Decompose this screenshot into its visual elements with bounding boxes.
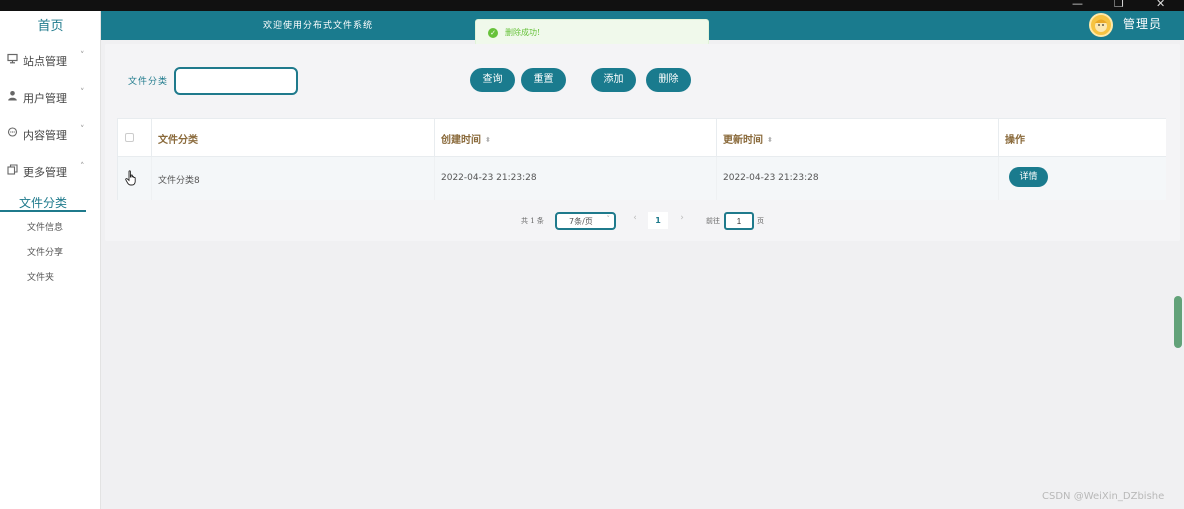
user-icon <box>7 90 18 101</box>
select-all-cell <box>118 119 152 157</box>
prev-page-button[interactable]: ‹ <box>628 213 642 228</box>
check-circle-icon: ✓ <box>488 28 498 38</box>
sidebar-item-label: 内容管理 <box>23 129 67 142</box>
page-number-current[interactable]: 1 <box>648 212 668 229</box>
query-button[interactable]: 查询 <box>470 68 515 92</box>
chevron-down-icon: ˅ <box>80 88 85 98</box>
hand-cursor-icon <box>125 170 137 190</box>
chevron-down-icon: ˅ <box>80 51 85 61</box>
toast-message: 删除成功! <box>505 28 541 37</box>
table-row-select-cell[interactable] <box>118 157 152 200</box>
next-page-button[interactable]: › <box>675 213 689 228</box>
page-size-value: 7条/页 <box>569 217 593 226</box>
user-name[interactable]: 管理员 <box>1123 15 1162 32</box>
data-table: 文件分类 创建时间 ⬍ 更新时间 ⬍ 操作 文件分类8 2022-04-23 21:… <box>117 118 1166 200</box>
watermark: CSDN @WeiXin_DZbishe <box>1042 491 1165 502</box>
detail-button[interactable]: 详情 <box>1009 167 1048 187</box>
chat-icon <box>7 127 18 138</box>
sort-icon[interactable]: ⬍ <box>767 136 773 144</box>
search-input[interactable] <box>174 67 298 95</box>
sidebar-item-label: 站点管理 <box>23 55 67 68</box>
chevron-down-icon: ˅ <box>80 125 85 135</box>
monitor-icon <box>7 53 18 64</box>
add-button[interactable]: 添加 <box>591 68 636 92</box>
sidebar-item-more-management[interactable]: 更多管理 ˄ <box>0 162 101 182</box>
goto-label: 前往 <box>706 217 720 225</box>
column-header-created[interactable]: 创建时间 ⬍ <box>435 119 717 157</box>
table-cell-name: 文件分类8 <box>152 157 435 200</box>
reset-button[interactable]: 重置 <box>521 68 566 92</box>
page-size-select[interactable]: 7条/页 ˅ <box>555 212 616 230</box>
sidebar-item-label: 用户管理 <box>23 92 67 105</box>
column-header-label: 操作 <box>1005 135 1025 146</box>
cell-text: 2022-04-23 21:23:28 <box>723 173 819 183</box>
pagination-total: 共 1 条 <box>521 217 544 225</box>
table-cell-updated: 2022-04-23 21:23:28 <box>717 157 999 200</box>
table-cell-created: 2022-04-23 21:23:28 <box>435 157 717 200</box>
goto-page-input[interactable] <box>724 212 754 230</box>
column-header-label: 文件分类 <box>158 135 198 146</box>
sidebar-subitem-file-share[interactable]: 文件分享 <box>27 245 63 258</box>
column-header-ops: 操作 <box>999 119 1166 157</box>
sidebar-item-content-management[interactable]: 内容管理 ˅ <box>0 125 101 145</box>
table-cell-ops: 详情 <box>999 157 1166 200</box>
delete-button[interactable]: 删除 <box>646 68 691 92</box>
column-header-name: 文件分类 <box>152 119 435 157</box>
sidebar-item-user-management[interactable]: 用户管理 ˅ <box>0 88 101 108</box>
column-header-label: 更新时间 <box>723 135 763 146</box>
sort-icon[interactable]: ⬍ <box>485 136 491 144</box>
minimize-icon[interactable]: — <box>1072 0 1083 10</box>
cell-text: 2022-04-23 21:23:28 <box>441 173 537 183</box>
scrollbar-thumb[interactable] <box>1174 296 1182 348</box>
sidebar-subitem-folder[interactable]: 文件夹 <box>27 270 54 283</box>
select-all-checkbox[interactable] <box>125 133 134 142</box>
sidebar-item-site-management[interactable]: 站点管理 ˅ <box>0 51 101 71</box>
sidebar-subitem-file-category[interactable]: 文件分类 <box>0 194 86 212</box>
home-link[interactable]: 首页 <box>0 15 101 34</box>
column-header-label: 创建时间 <box>441 135 481 146</box>
cell-text: 文件分类8 <box>158 176 200 186</box>
copy-icon <box>7 164 18 175</box>
search-label: 文件分类 <box>128 77 169 87</box>
success-toast: ✓ 删除成功! <box>475 19 709 46</box>
avatar[interactable] <box>1089 13 1113 37</box>
sidebar: 首页 站点管理 ˅ 用户管理 ˅ 内容管理 ˅ 更多管理 ˄ 文件分类 文件信息… <box>0 11 101 509</box>
restore-icon[interactable]: ❐ <box>1114 0 1124 10</box>
chevron-down-icon: ˅ <box>606 215 611 223</box>
sidebar-subitem-file-info[interactable]: 文件信息 <box>27 220 63 233</box>
page-suffix-label: 页 <box>757 217 764 225</box>
window-title-bar <box>0 0 1184 11</box>
sidebar-item-label: 更多管理 <box>23 166 67 179</box>
column-header-updated[interactable]: 更新时间 ⬍ <box>717 119 999 157</box>
close-icon[interactable]: ✕ <box>1156 0 1165 10</box>
welcome-title: 欢迎使用分布式文件系统 <box>263 21 374 31</box>
chevron-up-icon: ˄ <box>80 162 85 172</box>
